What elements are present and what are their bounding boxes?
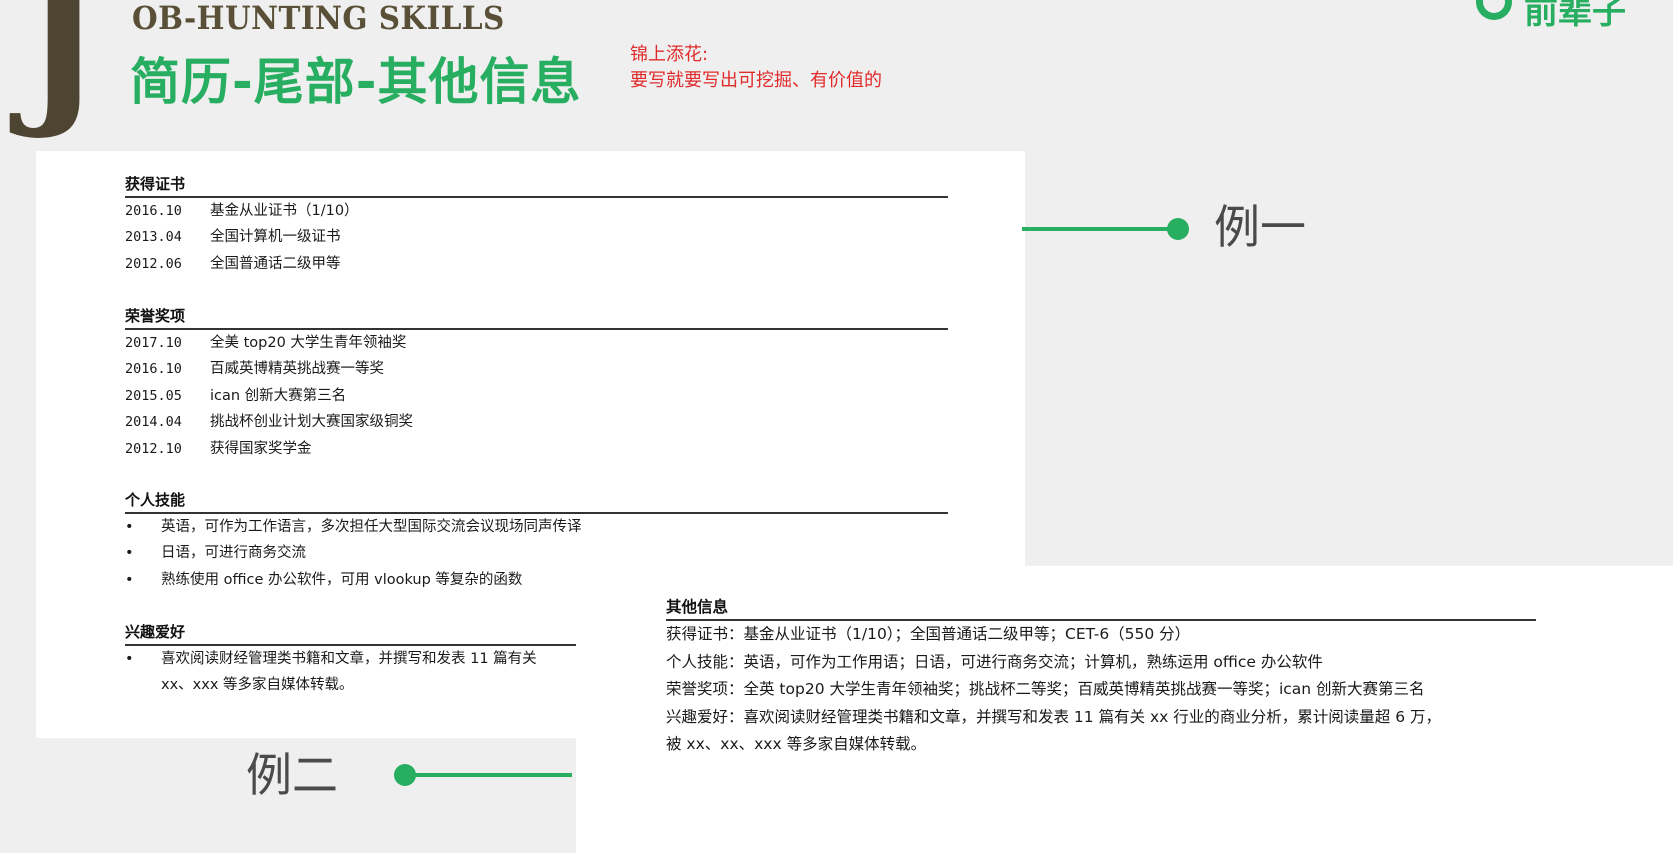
list-item: 2016.10 百威英博精英挑战赛一等奖 — [125, 356, 948, 382]
section-other-info: 其他信息 获得证书：基金从业证书（1/10）；全国普通话二级甲等；CET-6（5… — [666, 596, 1536, 759]
list-item: 兴趣爱好：喜欢阅读财经管理类书籍和文章，并撰写和发表 11 篇有关 xx 行业的… — [666, 707, 1441, 726]
section-title-certificates: 获得证书 — [125, 173, 948, 198]
item-text: 全美 top20 大学生青年领袖奖 — [210, 335, 407, 351]
item-date: 2012.10 — [125, 440, 182, 457]
list-item: 获得证书：基金从业证书（1/10）；全国普通话二级甲等；CET-6（550 分） — [666, 625, 1191, 643]
list-item: • 日语，可进行商务交流 — [125, 540, 948, 566]
bullet: • — [125, 571, 134, 588]
example-1-label: 例一 — [1214, 200, 1306, 254]
list-item: 2012.10 获得国家奖学金 — [125, 436, 948, 462]
item-text: 全国计算机一级证书 — [210, 229, 341, 246]
list-item: 2015.05 ican 创新大赛第三名 — [125, 383, 948, 409]
brand-logo: 前辈子 — [1476, 0, 1673, 32]
item-date: 2013.04 — [125, 229, 182, 246]
item-date: 2012.06 — [125, 255, 182, 272]
section-certificates: 获得证书 2016.10 基金从业证书（1/10） 2013.04 全国计算机一级证… — [125, 173, 948, 277]
list-item: 2016.10 基金从业证书（1/10） — [125, 198, 948, 224]
section-title-skills: 个人技能 — [125, 489, 948, 514]
page-title: 简历-尾部-其他信息 — [130, 53, 582, 111]
section-title-honors: 荣誉奖项 — [125, 305, 948, 330]
item-date: 2014.04 — [125, 414, 182, 431]
list-item: 2017.10 全美 top20 大学生青年领袖奖 — [125, 330, 948, 356]
item-text: 熟练使用 office 办公软件，可用 vlookup 等复杂的函数 — [161, 571, 523, 588]
bullet: • — [125, 545, 134, 562]
example-1-connector-dot — [1167, 218, 1189, 240]
example-2-label: 例二 — [246, 748, 338, 802]
header-subtitle-en: OB-HUNTING SKILLS — [132, 0, 505, 37]
list-item: 2014.04 挑战杯创业计划大赛国家级铜奖 — [125, 409, 948, 435]
item-date: 2015.05 — [125, 387, 182, 404]
item-text: 英语，可作为工作语言，多次担任大型国际交流会议现场同声传译 — [161, 519, 582, 535]
item-text: ican 创新大赛第三名 — [210, 387, 347, 404]
item-text: 日语，可进行商务交流 — [161, 545, 306, 562]
example-2-connector-line — [405, 773, 572, 777]
list-item: 个人技能：英语，可作为工作用语；日语，可进行商务交流；计算机，熟练运用 offi… — [666, 652, 1323, 671]
example-1-connector-line — [1022, 227, 1178, 231]
list-item: 荣誉奖项：全英 top20 大学生青年领袖奖；挑战杯二等奖；百威英博精英挑战赛一… — [666, 680, 1425, 699]
item-date: 2016.10 — [125, 203, 182, 219]
bullet: • — [125, 519, 134, 535]
list-item: 被 xx、xx、xxx 等多家自媒体转载。 — [666, 735, 927, 754]
item-date: 2017.10 — [125, 335, 182, 351]
list-item: • 英语，可作为工作语言，多次担任大型国际交流会议现场同声传译 — [125, 514, 948, 540]
logo-icon — [1476, 0, 1512, 20]
item-text: 获得国家奖学金 — [210, 440, 312, 457]
bullet: • — [125, 651, 134, 667]
note-line-1: 锦上添花: — [630, 44, 709, 65]
list-item: 2013.04 全国计算机一级证书 — [125, 224, 948, 250]
item-text: 基金从业证书（1/10） — [210, 203, 359, 219]
header-big-letter: J — [22, 0, 102, 143]
list-item: 2012.06 全国普通话二级甲等 — [125, 251, 948, 277]
item-text: 全国普通话二级甲等 — [210, 255, 341, 272]
annotation-note: 锦上添花: 要写就要写出可挖掘、有价值的 — [630, 42, 882, 94]
item-text: 喜欢阅读财经管理类书籍和文章，并撰写和发表 11 篇有关 — [161, 651, 537, 667]
logo-text: 前辈子 — [1524, 0, 1626, 32]
item-text: 百威英博精英挑战赛一等奖 — [210, 361, 384, 378]
note-line-2: 要写就要写出可挖掘、有价值的 — [630, 70, 882, 91]
item-text: 挑战杯创业计划大赛国家级铜奖 — [210, 414, 413, 431]
item-date: 2016.10 — [125, 361, 182, 378]
resume-example-2: 其他信息 获得证书：基金从业证书（1/10）；全国普通话二级甲等；CET-6（5… — [576, 566, 1673, 853]
section-honors: 荣誉奖项 2017.10 全美 top20 大学生青年领袖奖 2016.10 百威英… — [125, 305, 948, 462]
section-title-other-info: 其他信息 — [666, 596, 1536, 621]
